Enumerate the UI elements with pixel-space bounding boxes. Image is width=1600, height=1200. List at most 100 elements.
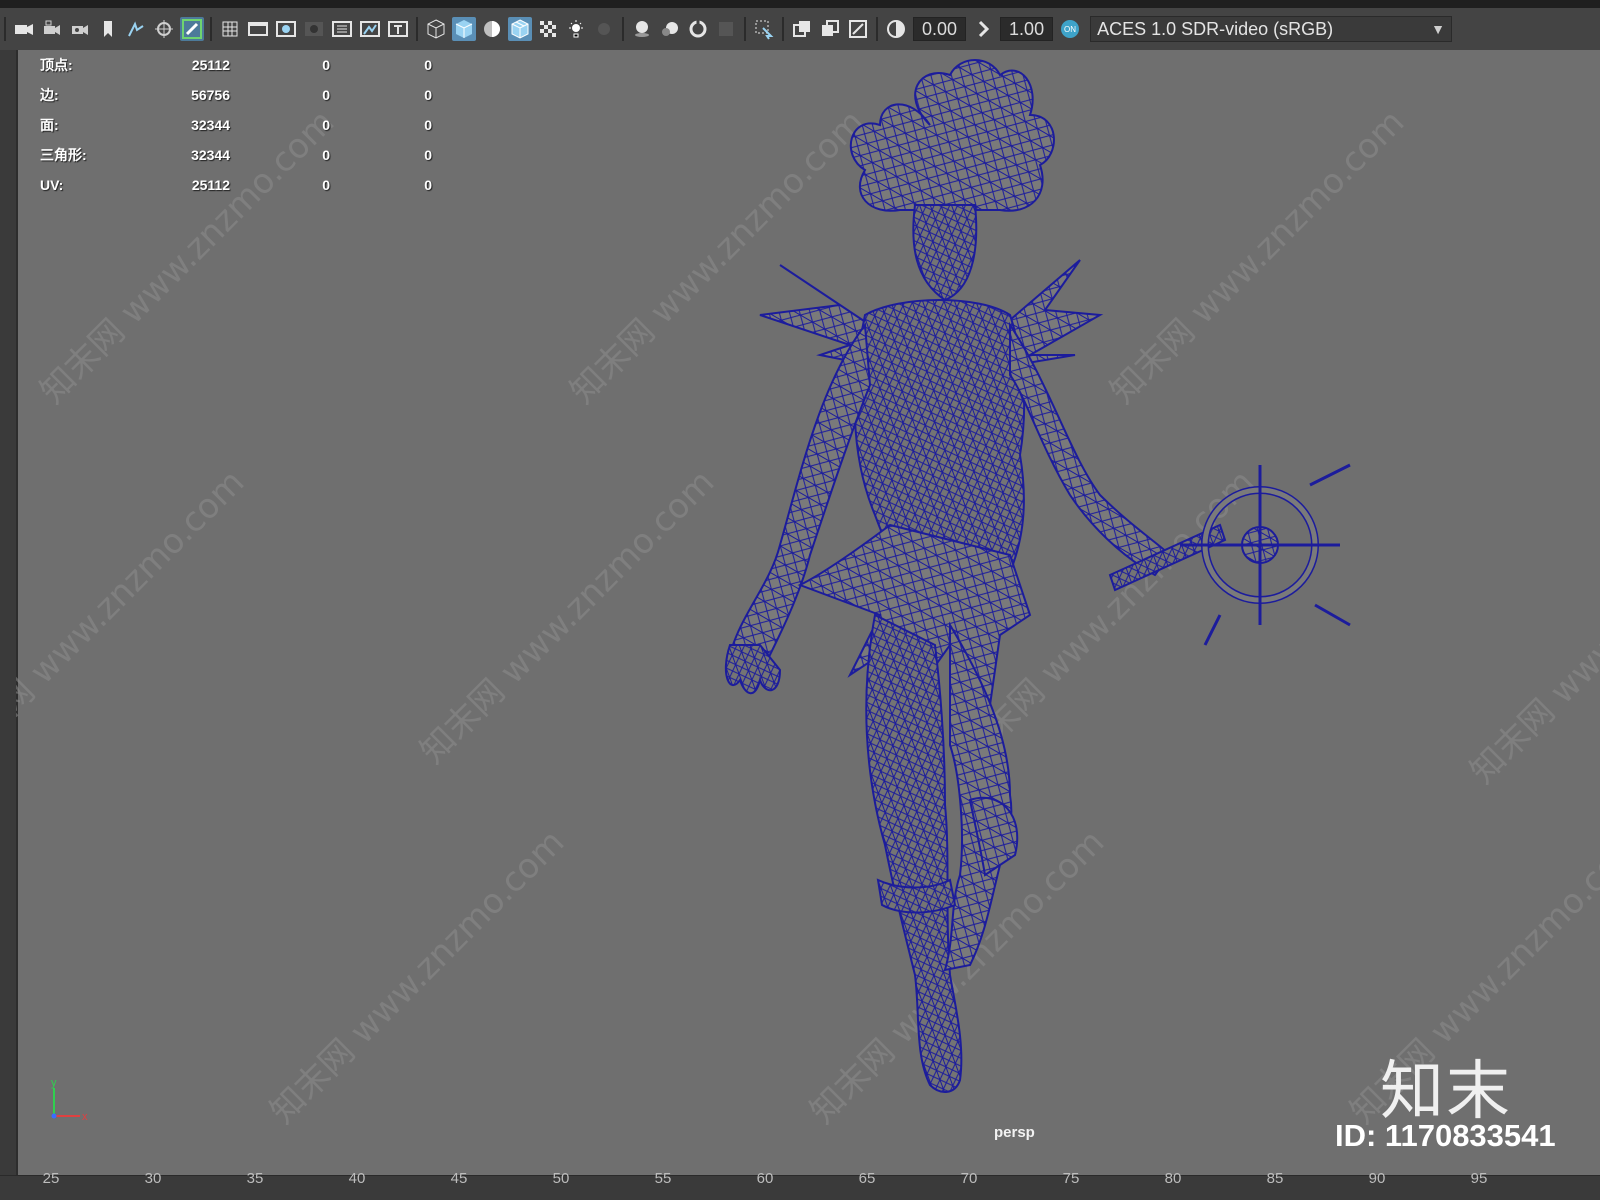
hud-label: 顶点: (40, 57, 73, 73)
timeline-tick: 55 (654, 1170, 672, 1187)
axis-y-label: y (51, 1077, 57, 1089)
hud-row-faces: 面: 32344 0 0 (40, 110, 432, 140)
timeline-tick: 80 (1164, 1170, 1182, 1187)
color-management-badge-text: ON (1064, 25, 1076, 34)
wireframe-character-model[interactable] (700, 55, 1380, 1135)
hud-value: 0 (424, 147, 432, 163)
menu-bar-strip (0, 0, 1600, 8)
motion-blur-icon[interactable] (658, 17, 682, 41)
wireframe-on-shaded-icon[interactable] (508, 17, 532, 41)
color-space-value: ACES 1.0 SDR-video (sRGB) (1097, 18, 1334, 39)
time-slider[interactable]: 25 30 35 40 45 50 55 60 65 70 75 80 85 9… (0, 1170, 1600, 1200)
2d-pan-zoom-icon[interactable] (152, 17, 176, 41)
hud-row-uvs: UV: 25112 0 0 (40, 170, 432, 200)
gamma-field[interactable]: 1.00 (1000, 17, 1054, 41)
head (912, 204, 978, 302)
hud-row-edges: 边: 56756 0 0 (40, 80, 432, 110)
hud-value: 25112 (191, 57, 230, 73)
timeline-tick: 50 (552, 1170, 570, 1187)
left-arm (728, 322, 872, 677)
timeline-tick: 30 (144, 1170, 162, 1187)
xray-active-components-icon[interactable] (818, 17, 842, 41)
timeline-tick: 40 (348, 1170, 366, 1187)
film-gate-icon[interactable] (246, 17, 270, 41)
timeline-tick: 35 (246, 1170, 264, 1187)
left-panel-edge (0, 50, 16, 1175)
hud-label: 面: (40, 117, 59, 133)
shadows-icon[interactable] (592, 17, 616, 41)
hud-value: 0 (322, 177, 330, 193)
grid-icon[interactable] (218, 17, 242, 41)
hud-value: 0 (322, 147, 330, 163)
texture-icon[interactable] (846, 17, 870, 41)
hud-value: 56756 (191, 87, 230, 103)
toolbar-separator (876, 17, 878, 41)
view-axis-icon: y x (51, 1077, 88, 1123)
isolate-select-icon[interactable] (752, 17, 776, 41)
color-space-dropdown[interactable]: ACES 1.0 SDR-video (sRGB) ▼ (1090, 16, 1453, 42)
xray-joints-icon[interactable] (790, 17, 814, 41)
timeline-tick: 65 (858, 1170, 876, 1187)
hud-value: 0 (424, 117, 432, 133)
resolution-gate-icon[interactable] (274, 17, 298, 41)
lights-icon[interactable] (564, 17, 588, 41)
left-leg (865, 613, 963, 1093)
gamma-icon[interactable] (971, 17, 995, 41)
timeline-tick: 60 (756, 1170, 774, 1187)
camera-select-icon[interactable] (12, 17, 36, 41)
toolbar-separator (622, 17, 624, 41)
hud-label: 三角形: (40, 147, 87, 163)
gate-mask-icon[interactable] (302, 17, 326, 41)
hud-value: 0 (424, 57, 432, 73)
hud-value: 25112 (191, 177, 230, 193)
axis-x-label: x (82, 1111, 88, 1123)
safe-title-icon[interactable] (386, 17, 410, 41)
exposure-field[interactable]: 0.00 (913, 17, 967, 41)
timeline-tick: 25 (42, 1170, 60, 1187)
multisample-aa-icon[interactable] (686, 17, 710, 41)
color-management-toggle[interactable]: ON (1058, 17, 1082, 41)
default-material-icon[interactable] (480, 17, 504, 41)
timeline-tick: 90 (1368, 1170, 1386, 1187)
exposure-icon[interactable] (884, 17, 908, 41)
headdress (849, 59, 1055, 212)
timeline-tick: 45 (450, 1170, 468, 1187)
safe-action-icon[interactable] (358, 17, 382, 41)
toolbar-separator (416, 17, 418, 41)
camera-lock-icon[interactable] (40, 17, 64, 41)
hud-value: 0 (322, 117, 330, 133)
grease-pencil-icon[interactable] (180, 17, 204, 41)
hud-value: 0 (322, 57, 330, 73)
bookmark-icon[interactable] (96, 17, 120, 41)
hud-row-vertices: 顶点: 25112 0 0 (40, 50, 432, 80)
camera-attributes-icon[interactable] (68, 17, 92, 41)
hud-label: UV: (40, 177, 64, 193)
image-plane-icon[interactable] (124, 17, 148, 41)
timeline-tick: 95 (1470, 1170, 1488, 1187)
hud-row-triangles: 三角形: 32344 0 0 (40, 140, 432, 170)
hud-value: 0 (424, 87, 432, 103)
toolbar-separator (782, 17, 784, 41)
smooth-shade-icon[interactable] (452, 17, 476, 41)
poly-count-hud: 顶点: 25112 0 0 边: 56756 0 0 面: 32344 0 0 … (40, 50, 432, 200)
timeline-tick: 85 (1266, 1170, 1284, 1187)
field-chart-icon[interactable] (330, 17, 354, 41)
xray-icon[interactable] (536, 17, 560, 41)
camera-name-label: persp (994, 1124, 1035, 1141)
toolbar-separator (210, 17, 212, 41)
depth-of-field-icon[interactable] (714, 17, 738, 41)
chevron-down-icon: ▼ (1431, 21, 1446, 37)
toolbar-separator (4, 17, 6, 41)
timeline-tick: 70 (960, 1170, 978, 1187)
viewport-toolbar: 0.00 1.00 ON ACES 1.0 SDR-video (sRGB) ▼ (0, 8, 1600, 50)
watermark-id: ID: 1170833541 (1335, 1118, 1556, 1153)
hud-value: 0 (322, 87, 330, 103)
timeline-tick: 75 (1062, 1170, 1080, 1187)
screen-space-ao-icon[interactable] (630, 17, 654, 41)
hud-label: 边: (40, 87, 59, 103)
toolbar-separator (744, 17, 746, 41)
wireframe-shading-icon[interactable] (424, 17, 448, 41)
hud-value: 32344 (191, 147, 230, 163)
hud-value: 0 (424, 177, 432, 193)
hud-value: 32344 (191, 117, 230, 133)
